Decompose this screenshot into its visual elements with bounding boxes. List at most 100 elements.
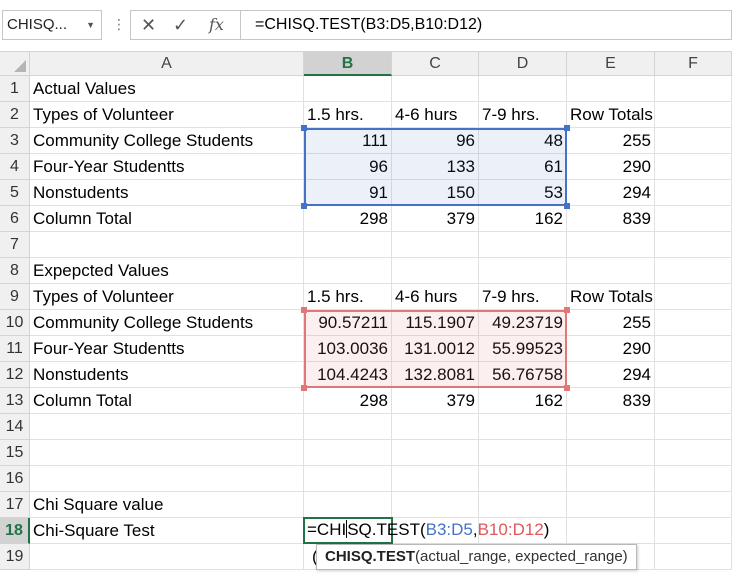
row-header-19[interactable]: 19 [0, 544, 30, 570]
active-cell-editor[interactable]: =CHISQ.TEST(B3:D5,B10:D12) [303, 517, 549, 544]
tooltip-function-name[interactable]: CHISQ.TEST [325, 548, 415, 565]
cell-d11[interactable]: 55.99523 [479, 336, 567, 362]
row-header-7[interactable]: 7 [0, 232, 30, 258]
cell-a3[interactable]: Community College Students [30, 128, 304, 154]
cell-e9[interactable]: Row Totals [567, 284, 655, 310]
cell-c7[interactable] [392, 232, 479, 258]
cell-b15[interactable] [304, 440, 392, 466]
cell-f12[interactable] [655, 362, 732, 388]
cell-d17[interactable] [479, 492, 567, 518]
column-header-c[interactable]: C [392, 52, 479, 76]
cell-b10[interactable]: 90.57211 [304, 310, 392, 336]
cell-d2[interactable]: 7-9 hrs. [479, 102, 567, 128]
row-header-11[interactable]: 11 [0, 336, 30, 362]
row-header-10[interactable]: 10 [0, 310, 30, 336]
row-header-4[interactable]: 4 [0, 154, 30, 180]
cell-d12[interactable]: 56.76758 [479, 362, 567, 388]
cell-c4[interactable]: 133 [392, 154, 479, 180]
cell-d1[interactable] [479, 76, 567, 102]
cell-a5[interactable]: Nonstudents [30, 180, 304, 206]
column-header-f[interactable]: F [655, 52, 732, 76]
cell-c17[interactable] [392, 492, 479, 518]
cell-e3[interactable]: 255 [567, 128, 655, 154]
cell-b5[interactable]: 91 [304, 180, 392, 206]
name-box[interactable]: CHISQ... ▼ [2, 10, 102, 40]
cell-c8[interactable] [392, 258, 479, 284]
row-header-3[interactable]: 3 [0, 128, 30, 154]
cell-b14[interactable] [304, 414, 392, 440]
enter-icon[interactable]: ✓ [173, 13, 188, 37]
formula-input[interactable]: =CHISQ.TEST(B3:D5,B10:D12) [240, 10, 732, 40]
cell-b17[interactable] [304, 492, 392, 518]
cell-b8[interactable] [304, 258, 392, 284]
cell-a12[interactable]: Nonstudents [30, 362, 304, 388]
cell-d3[interactable]: 48 [479, 128, 567, 154]
cancel-icon[interactable]: ✕ [141, 13, 156, 37]
cell-f1[interactable] [655, 76, 732, 102]
row-header-5[interactable]: 5 [0, 180, 30, 206]
row-header-12[interactable]: 12 [0, 362, 30, 388]
row-header-6[interactable]: 6 [0, 206, 30, 232]
row-header-18[interactable]: 18 [0, 518, 30, 544]
cell-a9[interactable]: Types of Volunteer [30, 284, 304, 310]
cell-b3[interactable]: 111 [304, 128, 392, 154]
row-header-17[interactable]: 17 [0, 492, 30, 518]
cell-d6[interactable]: 162 [479, 206, 567, 232]
cell-f10[interactable] [655, 310, 732, 336]
cell-e15[interactable] [567, 440, 655, 466]
cell-c2[interactable]: 4-6 hurs [392, 102, 479, 128]
cell-f11[interactable] [655, 336, 732, 362]
cell-f4[interactable] [655, 154, 732, 180]
cell-a1[interactable]: Actual Values [30, 76, 304, 102]
cell-e8[interactable] [567, 258, 655, 284]
cell-e16[interactable] [567, 466, 655, 492]
cell-c14[interactable] [392, 414, 479, 440]
cell-f13[interactable] [655, 388, 732, 414]
actual-range-highlight-handle[interactable] [564, 125, 570, 131]
actual-range-highlight-handle[interactable] [301, 203, 307, 209]
cell-f18[interactable] [655, 518, 732, 544]
cell-f15[interactable] [655, 440, 732, 466]
row-header-1[interactable]: 1 [0, 76, 30, 102]
cell-a18[interactable]: Chi-Square Test [30, 518, 304, 544]
cell-b2[interactable]: 1.5 hrs. [304, 102, 392, 128]
expected-range-highlight-handle[interactable] [301, 307, 307, 313]
cell-b9[interactable]: 1.5 hrs. [304, 284, 392, 310]
cell-c10[interactable]: 115.1907 [392, 310, 479, 336]
row-header-16[interactable]: 16 [0, 466, 30, 492]
cell-b1[interactable] [304, 76, 392, 102]
cell-d10[interactable]: 49.23719 [479, 310, 567, 336]
more-options-icon[interactable]: ⋮ [112, 14, 126, 34]
column-header-a[interactable]: A [30, 52, 304, 76]
cell-c15[interactable] [392, 440, 479, 466]
cell-a6[interactable]: Column Total [30, 206, 304, 232]
cell-d13[interactable]: 162 [479, 388, 567, 414]
cell-c11[interactable]: 131.0012 [392, 336, 479, 362]
cell-e2[interactable]: Row Totals [567, 102, 655, 128]
cell-f8[interactable] [655, 258, 732, 284]
cell-e4[interactable]: 290 [567, 154, 655, 180]
cell-f19[interactable] [655, 544, 732, 570]
cell-e11[interactable]: 290 [567, 336, 655, 362]
row-header-15[interactable]: 15 [0, 440, 30, 466]
cell-f3[interactable] [655, 128, 732, 154]
cell-c9[interactable]: 4-6 hurs [392, 284, 479, 310]
cell-a14[interactable] [30, 414, 304, 440]
cell-f14[interactable] [655, 414, 732, 440]
expected-range-highlight-handle[interactable] [564, 385, 570, 391]
cell-b11[interactable]: 103.0036 [304, 336, 392, 362]
cell-d4[interactable]: 61 [479, 154, 567, 180]
cell-a13[interactable]: Column Total [30, 388, 304, 414]
cell-c16[interactable] [392, 466, 479, 492]
cell-f2[interactable] [655, 102, 732, 128]
cell-b4[interactable]: 96 [304, 154, 392, 180]
cell-e14[interactable] [567, 414, 655, 440]
cell-a7[interactable] [30, 232, 304, 258]
cell-b16[interactable] [304, 466, 392, 492]
row-header-8[interactable]: 8 [0, 258, 30, 284]
cell-a19[interactable] [30, 544, 304, 570]
row-header-13[interactable]: 13 [0, 388, 30, 414]
column-header-d[interactable]: D [479, 52, 567, 76]
row-header-9[interactable]: 9 [0, 284, 30, 310]
cell-d16[interactable] [479, 466, 567, 492]
